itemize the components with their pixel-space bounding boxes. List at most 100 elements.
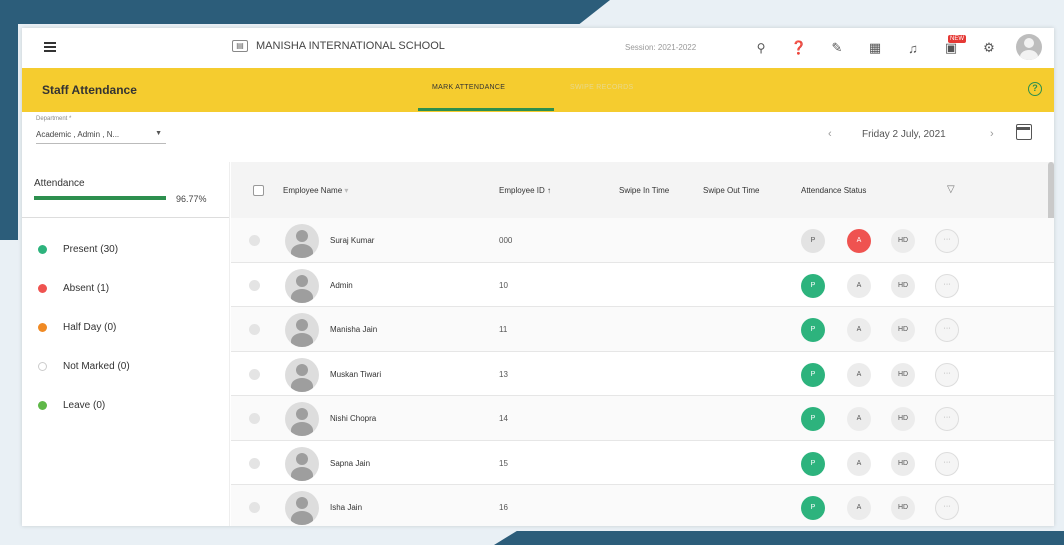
filter-row: Department * Academic , Admin , N... ▼ ‹… bbox=[22, 112, 1054, 162]
col-employee-id[interactable]: Employee ID ↑ bbox=[499, 186, 551, 195]
half-day-dot-icon bbox=[38, 323, 47, 332]
help-doc-icon[interactable]: ❓ bbox=[786, 36, 812, 60]
employee-avatar bbox=[285, 491, 319, 525]
more-options-button[interactable]: ··· bbox=[935, 407, 959, 431]
filter-icon[interactable]: ▽ bbox=[947, 184, 955, 195]
half-day-button[interactable]: HD bbox=[891, 362, 915, 387]
more-options-button[interactable]: ··· bbox=[935, 229, 959, 253]
tab-swipe-records[interactable]: SWIPE RECORDS bbox=[570, 84, 633, 91]
absent-button[interactable]: A bbox=[847, 229, 871, 253]
attendance-progress-bar bbox=[34, 196, 166, 200]
decorative-frame-top bbox=[0, 0, 610, 24]
toolbar-icons: ⚲ ❓ ✎ ▦ ♫ ▣ NEW ⚙ bbox=[748, 35, 1014, 60]
employee-id: 13 bbox=[499, 369, 508, 379]
school-selector[interactable]: ▤ MANISHA INTERNATIONAL SCHOOL bbox=[232, 40, 445, 52]
active-tab-indicator bbox=[418, 108, 554, 111]
present-button[interactable]: P bbox=[801, 362, 825, 387]
selected-date: Friday 2 July, 2021 bbox=[862, 129, 946, 140]
search-icon[interactable]: ⚲ bbox=[748, 36, 774, 60]
top-bar: ▤ MANISHA INTERNATIONAL SCHOOL Session: … bbox=[22, 28, 1054, 68]
absent-button[interactable]: A bbox=[847, 362, 871, 387]
session-label[interactable]: Session: 2021-2022 bbox=[625, 43, 696, 52]
help-icon[interactable]: ? bbox=[1028, 82, 1042, 96]
employee-avatar bbox=[285, 357, 319, 392]
select-all-checkbox[interactable] bbox=[253, 185, 264, 196]
date-picker-icon[interactable] bbox=[1016, 124, 1032, 140]
employee-avatar bbox=[285, 446, 319, 481]
present-button[interactable]: P bbox=[801, 496, 825, 520]
present-button[interactable]: P bbox=[801, 273, 825, 298]
more-options-button[interactable]: ··· bbox=[935, 451, 959, 476]
table-row: Manisha Jain 11 P A HD ··· bbox=[231, 307, 1054, 352]
legend-absent[interactable]: Absent (1) bbox=[22, 269, 229, 308]
table-header: Employee Name ▾ Employee ID ↑ Swipe In T… bbox=[231, 162, 1054, 222]
legend-present[interactable]: Present (30) bbox=[22, 230, 229, 269]
row-checkbox[interactable] bbox=[249, 368, 260, 380]
employee-avatar bbox=[285, 224, 319, 258]
present-button[interactable]: P bbox=[801, 451, 825, 476]
present-button[interactable]: P bbox=[801, 229, 825, 253]
attendance-summary: Attendance 96.77% Present (30) Absent (1… bbox=[22, 162, 230, 526]
row-checkbox[interactable] bbox=[249, 279, 260, 291]
more-options-button[interactable]: ··· bbox=[935, 362, 959, 387]
next-date-button[interactable]: › bbox=[990, 128, 994, 140]
gear-icon[interactable]: ⚙ bbox=[976, 36, 1002, 60]
edit-icon[interactable]: ✎ bbox=[824, 36, 850, 60]
tab-mark-attendance[interactable]: MARK ATTENDANCE bbox=[432, 84, 505, 91]
row-checkbox[interactable] bbox=[249, 324, 260, 335]
previous-date-button[interactable]: ‹ bbox=[828, 128, 832, 140]
col-attendance-status: Attendance Status bbox=[801, 186, 867, 195]
more-options-button[interactable]: ··· bbox=[935, 496, 959, 520]
employee-name: Isha Jain bbox=[330, 503, 363, 512]
calendar-icon[interactable]: ▦ bbox=[862, 36, 888, 60]
half-day-button[interactable]: HD bbox=[891, 273, 915, 298]
absent-button[interactable]: A bbox=[847, 318, 871, 342]
legend-half-day[interactable]: Half Day (0) bbox=[22, 308, 229, 347]
news-icon[interactable]: ▣ NEW bbox=[938, 35, 966, 60]
absent-button[interactable]: A bbox=[847, 451, 871, 476]
department-select[interactable]: Academic , Admin , N... ▼ bbox=[36, 130, 166, 144]
chevron-down-icon: ▼ bbox=[155, 130, 162, 137]
employee-name: Manisha Jain bbox=[330, 325, 378, 334]
legend-label: Half Day (0) bbox=[63, 322, 117, 333]
present-dot-icon bbox=[38, 245, 47, 254]
more-options-button[interactable]: ··· bbox=[935, 273, 959, 298]
half-day-button[interactable]: HD bbox=[891, 496, 915, 520]
col-label: Employee ID bbox=[499, 186, 545, 195]
more-options-button[interactable]: ··· bbox=[935, 318, 959, 342]
legend-leave[interactable]: Leave (0) bbox=[22, 386, 229, 425]
table-row: Nishi Chopra 14 P A HD ··· bbox=[231, 396, 1054, 441]
employee-id: 10 bbox=[499, 280, 508, 290]
row-checkbox[interactable] bbox=[249, 413, 260, 424]
bell-icon[interactable]: ♫ bbox=[900, 36, 926, 60]
half-day-button[interactable]: HD bbox=[891, 451, 915, 476]
absent-button[interactable]: A bbox=[847, 496, 871, 520]
employee-id: 11 bbox=[499, 325, 508, 334]
absent-dot-icon bbox=[38, 284, 47, 293]
user-avatar[interactable] bbox=[1016, 34, 1042, 60]
half-day-button[interactable]: HD bbox=[891, 229, 915, 253]
row-checkbox[interactable] bbox=[249, 502, 260, 513]
half-day-button[interactable]: HD bbox=[891, 318, 915, 342]
employee-name: Muskan Tiwari bbox=[330, 369, 382, 379]
employee-avatar bbox=[285, 313, 319, 347]
half-day-button[interactable]: HD bbox=[891, 407, 915, 431]
employee-id: 16 bbox=[499, 503, 508, 512]
row-checkbox[interactable] bbox=[249, 457, 260, 469]
present-button[interactable]: P bbox=[801, 407, 825, 431]
menu-icon[interactable] bbox=[44, 42, 58, 52]
absent-button[interactable]: A bbox=[847, 407, 871, 431]
present-button[interactable]: P bbox=[801, 318, 825, 342]
employee-name: Nishi Chopra bbox=[330, 414, 377, 423]
legend-not-marked[interactable]: Not Marked (0) bbox=[22, 347, 229, 386]
school-name: MANISHA INTERNATIONAL SCHOOL bbox=[256, 40, 445, 52]
page-title: Staff Attendance bbox=[42, 83, 137, 97]
col-swipe-out: Swipe Out Time bbox=[703, 186, 760, 195]
scrollbar[interactable] bbox=[1048, 162, 1054, 222]
legend-label: Absent (1) bbox=[63, 283, 110, 294]
col-employee-name[interactable]: Employee Name ▾ bbox=[283, 186, 348, 195]
attendance-label: Attendance bbox=[34, 178, 85, 189]
row-checkbox[interactable] bbox=[249, 235, 260, 246]
absent-button[interactable]: A bbox=[847, 273, 871, 298]
page-header-bar: Staff Attendance MARK ATTENDANCE SWIPE R… bbox=[22, 68, 1054, 112]
